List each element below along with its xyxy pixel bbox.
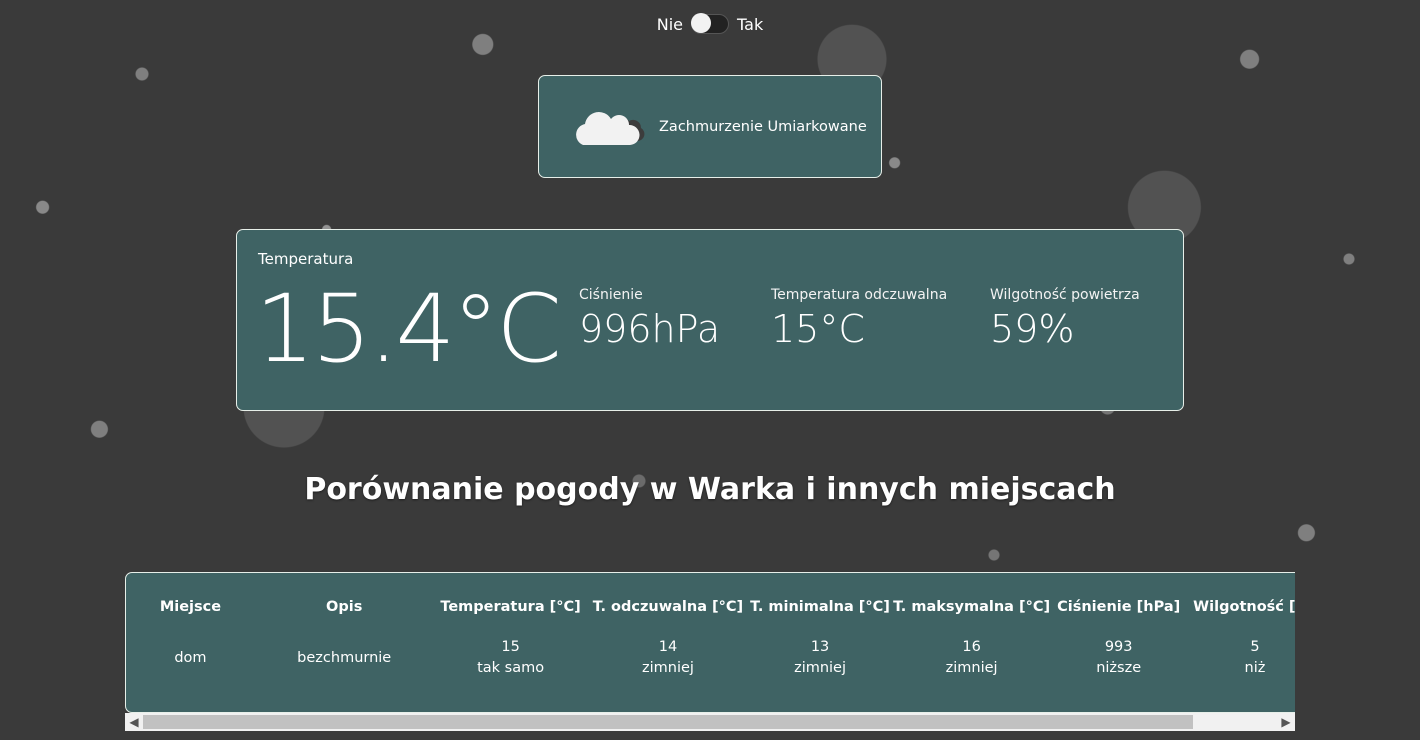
comparison-table-panel: Miejsce Opis Temperatura [°C] T. odczuwa… xyxy=(125,572,1295,713)
feels-like-label: Temperatura odczuwalna xyxy=(771,287,948,303)
header-max-temp: T. maksymalna [°C] xyxy=(893,599,1051,615)
header-feels-like: T. odczuwalna [°C] xyxy=(592,599,744,615)
pressure-metric: Ciśnienie 996hPa xyxy=(579,287,720,351)
cell-min-temp: 13 zimniej xyxy=(748,623,892,693)
table-row: dom bezchmurnie 15 tak samo 14 zimniej 13 z… xyxy=(126,623,1295,693)
humidity-label: Wilgotność powietrza xyxy=(990,287,1140,303)
toggle-knob[interactable] xyxy=(691,13,712,33)
cell-feels-like-value: 14 xyxy=(658,639,678,655)
condition-description: Zachmurzenie Umiarkowane xyxy=(659,118,867,135)
cell-temperature-compare: tak samo xyxy=(477,660,545,676)
cell-max-temp: 16 zimniej xyxy=(892,623,1052,693)
cell-pressure-value: 993 xyxy=(1104,639,1133,655)
cell-feels-like-compare: zimniej xyxy=(642,660,694,676)
cell-humidity: 5 niż xyxy=(1186,623,1295,693)
scroll-left-arrow-icon[interactable]: ◀ xyxy=(125,713,143,731)
temperature-value: 15.4°C xyxy=(255,275,562,384)
horizontal-scrollbar[interactable]: ◀ ▶ xyxy=(125,713,1295,731)
scrollbar-thumb[interactable] xyxy=(143,715,1193,729)
cell-feels-like: 14 zimniej xyxy=(588,623,749,693)
cell-pressure-compare: niższe xyxy=(1096,660,1142,676)
pressure-value: 996hPa xyxy=(579,307,721,351)
cloud-icon xyxy=(573,101,645,153)
temperature-label: Temperatura xyxy=(258,250,354,268)
comparison-title: Porównanie pogody w Warka i innych miejs… xyxy=(304,472,1116,507)
cell-max-temp-compare: zimniej xyxy=(945,660,998,676)
cell-temperature: 15 tak samo xyxy=(434,623,588,693)
toggle-on-label: Tak xyxy=(737,14,764,34)
toggle-off-label: Nie xyxy=(656,14,684,34)
condition-panel: Zachmurzenie Umiarkowane xyxy=(538,75,882,178)
humidity-value: 59% xyxy=(990,307,1075,351)
cell-pressure: 993 niższe xyxy=(1051,623,1185,693)
comparison-table-scroll-area[interactable]: Miejsce Opis Temperatura [°C] T. odczuwa… xyxy=(125,572,1295,731)
feels-like-metric: Temperatura odczuwalna 15°C xyxy=(771,287,947,351)
header-humidity: Wilgotność [%] xyxy=(1193,599,1295,615)
units-toggle-row: Nie Tak xyxy=(0,13,1420,34)
header-description: Opis xyxy=(326,599,363,615)
feels-like-value: 15°C xyxy=(771,307,865,351)
toggle-switch[interactable] xyxy=(691,13,730,34)
cell-place: dom xyxy=(174,649,207,666)
cell-min-temp-compare: zimniej xyxy=(794,660,847,676)
cell-description: bezchmurnie xyxy=(297,649,392,666)
cell-humidity-compare: niż xyxy=(1244,660,1266,676)
cell-humidity-value: 5 xyxy=(1250,639,1260,655)
header-pressure: Ciśnienie [hPa] xyxy=(1057,599,1181,615)
table-header-row: Miejsce Opis Temperatura [°C] T. odczuwa… xyxy=(126,591,1295,623)
header-temperature: Temperatura [°C] xyxy=(440,599,581,615)
humidity-metric: Wilgotność powietrza 59% xyxy=(990,287,1140,351)
cell-temperature-value: 15 xyxy=(501,639,520,655)
cell-min-temp-value: 13 xyxy=(810,639,830,655)
pressure-label: Ciśnienie xyxy=(579,287,643,303)
header-min-temp: T. minimalna [°C] xyxy=(750,599,890,615)
current-weather-panel: Temperatura 15.4°C Ciśnienie 996hPa Temp… xyxy=(236,229,1184,411)
scroll-right-arrow-icon[interactable]: ▶ xyxy=(1277,713,1295,731)
header-place: Miejsce xyxy=(159,599,222,615)
comparison-table: Miejsce Opis Temperatura [°C] T. odczuwa… xyxy=(126,591,1295,693)
cell-max-temp-value: 16 xyxy=(962,639,981,655)
